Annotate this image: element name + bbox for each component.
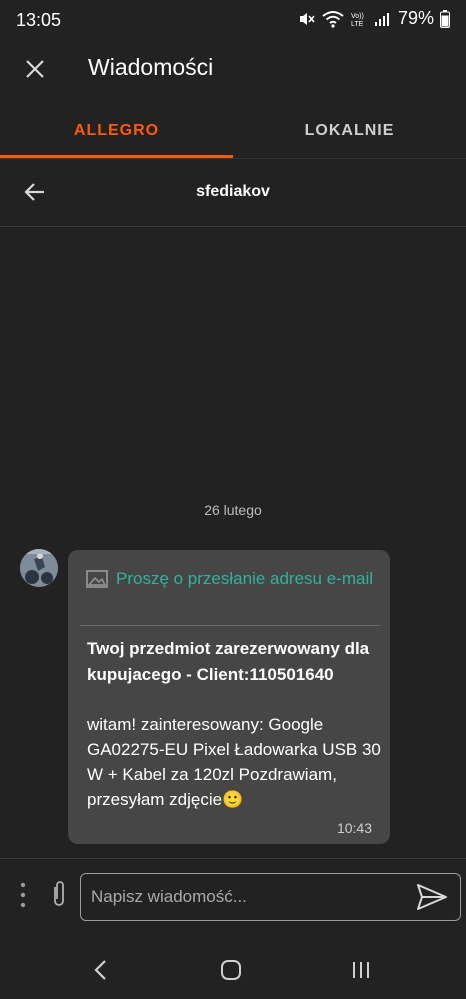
tab-allegro[interactable]: ALLEGRO bbox=[0, 104, 233, 160]
paperclip-icon bbox=[54, 881, 64, 906]
message-time: 10:43 bbox=[336, 820, 372, 836]
status-icons: Vo)) LTE 79% bbox=[298, 8, 450, 29]
message-composer bbox=[0, 858, 466, 940]
send-button[interactable] bbox=[414, 880, 450, 914]
close-button[interactable] bbox=[18, 52, 52, 86]
signal-icon bbox=[374, 11, 390, 27]
nav-back-button[interactable] bbox=[86, 955, 116, 985]
battery-percent: 79% bbox=[397, 8, 434, 28]
message-body: witam! zainteresowany: Google GA02275-EU… bbox=[87, 715, 381, 809]
message-subject: Twoj przedmiot zarezerwowany dla kupujac… bbox=[87, 639, 370, 684]
tab-bar: ALLEGRO LOKALNIE bbox=[0, 104, 466, 160]
date-separator: 26 lutego bbox=[204, 502, 262, 518]
conversation-name: sfediakov bbox=[196, 183, 270, 200]
app-bar: Wiadomości bbox=[0, 42, 466, 96]
message-input[interactable] bbox=[80, 873, 461, 921]
nav-home-button[interactable] bbox=[216, 955, 246, 985]
svg-text:Vo)): Vo)) bbox=[351, 13, 364, 20]
more-vertical-icon bbox=[20, 882, 26, 908]
status-bar: 13:05 Vo)) LTE 79% bbox=[0, 0, 466, 42]
tab-lokalnie[interactable]: LOKALNIE bbox=[233, 104, 466, 160]
attach-button[interactable] bbox=[44, 877, 74, 911]
page-title: Wiadomości bbox=[88, 54, 214, 80]
home-icon bbox=[221, 960, 241, 980]
nav-recents-button[interactable] bbox=[346, 955, 376, 985]
chevron-left-icon bbox=[94, 960, 106, 980]
conversation-header: sfediakov bbox=[0, 159, 466, 227]
recents-icon bbox=[353, 962, 369, 978]
avatar[interactable] bbox=[20, 549, 58, 587]
bubble-divider bbox=[80, 625, 380, 626]
volte-icon: Vo)) LTE bbox=[350, 10, 368, 28]
image-icon bbox=[86, 570, 108, 593]
more-options-button[interactable] bbox=[14, 879, 32, 911]
status-time: 13:05 bbox=[16, 10, 62, 30]
mute-icon bbox=[298, 10, 316, 28]
wifi-icon bbox=[322, 10, 344, 28]
svg-text:LTE: LTE bbox=[351, 21, 364, 28]
message-bubble: Proszę o przesłanie adresu e-mail Twoj p… bbox=[68, 550, 390, 844]
send-icon bbox=[417, 884, 447, 910]
system-nav-bar bbox=[0, 941, 466, 999]
battery-icon bbox=[440, 9, 450, 28]
attachment-text: Proszę o przesłanie adresu e-mail bbox=[116, 569, 374, 588]
close-icon bbox=[26, 60, 44, 78]
